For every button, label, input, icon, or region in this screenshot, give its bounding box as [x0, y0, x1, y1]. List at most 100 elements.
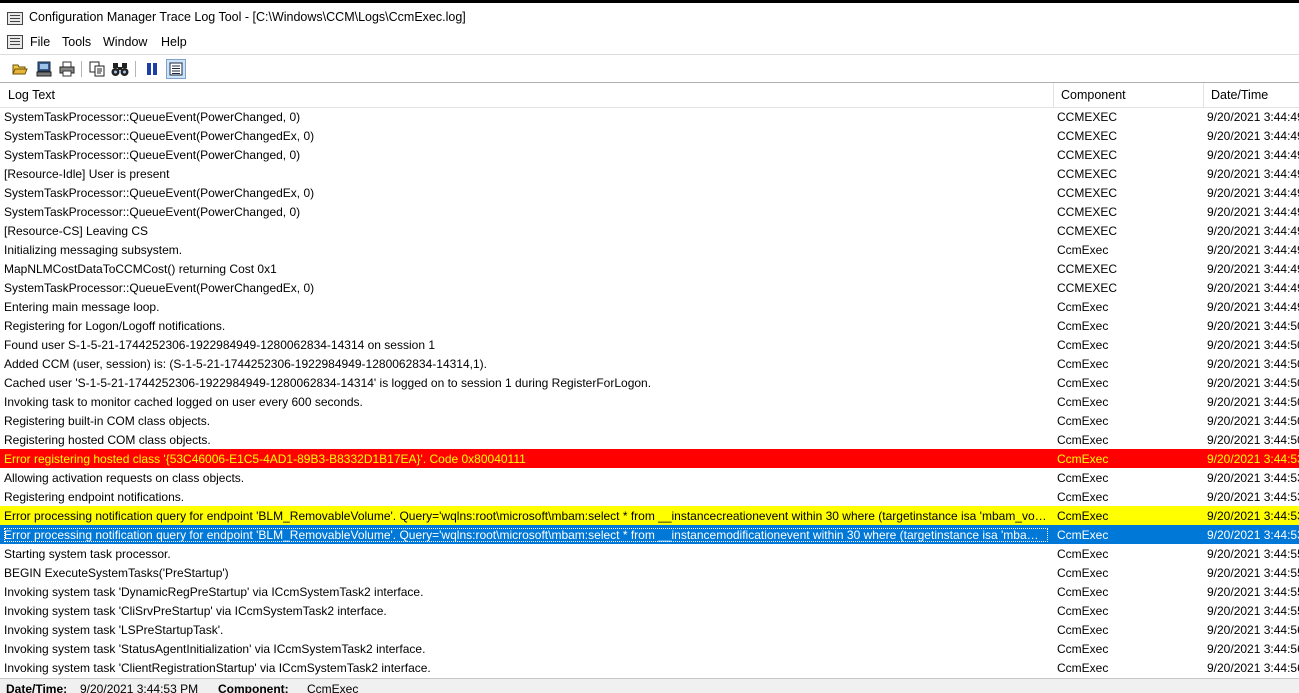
- log-text-cell: Registering for Logon/Logoff notificatio…: [4, 319, 226, 333]
- log-text-cell: Invoking system task 'ClientRegistration…: [4, 661, 431, 675]
- details-pane: Date/Time: 9/20/2021 3:44:53 PM Componen…: [0, 678, 1299, 693]
- log-text-cell: Invoking system task 'DynamicRegPreStart…: [4, 585, 424, 599]
- log-row[interactable]: Invoking system task 'CliSrvPreStartup' …: [0, 601, 1299, 620]
- log-row[interactable]: Error registering hosted class '{53C4600…: [0, 449, 1299, 468]
- toolbar: [0, 54, 1299, 83]
- list-header: Log Text Component Date/Time: [0, 83, 1299, 108]
- datetime-cell: 9/20/2021 3:44:49: [1207, 281, 1299, 295]
- log-row[interactable]: Starting system task processor. CcmExec 9/…: [0, 544, 1299, 563]
- log-row[interactable]: SystemTaskProcessor::QueueEvent(PowerCha…: [0, 183, 1299, 202]
- component-cell: CCMEXEC: [1057, 205, 1118, 219]
- component-cell: CcmExec: [1057, 319, 1109, 333]
- log-row[interactable]: Registering for Logon/Logoff notificatio…: [0, 316, 1299, 335]
- log-row[interactable]: SystemTaskProcessor::QueueEvent(PowerCha…: [0, 145, 1299, 164]
- datetime-cell: 9/20/2021 3:44:56: [1207, 661, 1299, 675]
- copy-icon[interactable]: [87, 59, 107, 79]
- component-cell: CcmExec: [1057, 338, 1109, 352]
- print-icon[interactable]: [57, 59, 77, 79]
- component-cell: CcmExec: [1057, 433, 1109, 447]
- log-row[interactable]: Entering main message loop. CcmExec 9/20/2…: [0, 297, 1299, 316]
- log-row[interactable]: SystemTaskProcessor::QueueEvent(PowerCha…: [0, 202, 1299, 221]
- log-text-cell: Invoking system task 'StatusAgentInitial…: [4, 642, 426, 656]
- column-divider[interactable]: [1053, 83, 1054, 107]
- details-datetime-label: Date/Time:: [6, 682, 68, 693]
- menu-window[interactable]: Window: [103, 35, 147, 49]
- log-text-cell: Error registering hosted class '{53C4600…: [4, 452, 526, 466]
- component-cell: CcmExec: [1057, 661, 1109, 675]
- datetime-cell: 9/20/2021 3:44:56: [1207, 642, 1299, 656]
- log-text-cell: Error processing notification query for …: [4, 528, 1048, 542]
- open-remote-icon[interactable]: [34, 59, 54, 79]
- log-text-cell: Added CCM (user, session) is: (S-1-5-21-…: [4, 357, 487, 371]
- log-text-cell: [Resource-Idle] User is present: [4, 167, 170, 181]
- log-row[interactable]: Registering built-in COM class objects. C…: [0, 411, 1299, 430]
- title-bar: Configuration Manager Trace Log Tool - […: [0, 3, 1299, 31]
- datetime-cell: 9/20/2021 3:44:49: [1207, 148, 1299, 162]
- log-row[interactable]: SystemTaskProcessor::QueueEvent(PowerCha…: [0, 126, 1299, 145]
- log-row[interactable]: Registering endpoint notifications. CcmEx…: [0, 487, 1299, 506]
- column-header-datetime[interactable]: Date/Time: [1211, 88, 1268, 102]
- datetime-cell: 9/20/2021 3:44:55: [1207, 566, 1299, 580]
- open-folder-icon[interactable]: [10, 59, 30, 79]
- component-cell: CcmExec: [1057, 623, 1109, 637]
- component-cell: CcmExec: [1057, 243, 1109, 257]
- datetime-cell: 9/20/2021 3:44:53: [1207, 490, 1299, 504]
- log-list[interactable]: Log Text Component Date/Time SystemTaskP…: [0, 82, 1299, 679]
- log-row[interactable]: Invoking system task 'LSPreStartupTask'.…: [0, 620, 1299, 639]
- log-row[interactable]: Added CCM (user, session) is: (S-1-5-21-…: [0, 354, 1299, 373]
- menu-tools[interactable]: Tools: [62, 35, 91, 49]
- column-divider[interactable]: [1203, 83, 1204, 107]
- log-row[interactable]: MapNLMCostDataToCCMCost() returning Cost…: [0, 259, 1299, 278]
- log-row[interactable]: [Resource-CS] Leaving CS CCMEXEC 9/20/2021…: [0, 221, 1299, 240]
- datetime-cell: 9/20/2021 3:44:49: [1207, 205, 1299, 219]
- log-row[interactable]: Initializing messaging subsystem. CcmExec…: [0, 240, 1299, 259]
- log-row[interactable]: Invoking system task 'DynamicRegPreStart…: [0, 582, 1299, 601]
- component-cell: CcmExec: [1057, 490, 1109, 504]
- component-cell: CCMEXEC: [1057, 110, 1118, 124]
- log-row[interactable]: Invoking system task 'StatusAgentInitial…: [0, 639, 1299, 658]
- datetime-cell: 9/20/2021 3:44:55: [1207, 585, 1299, 599]
- component-cell: CcmExec: [1057, 414, 1109, 428]
- log-text-cell: Found user S-1-5-21-1744252306-192298494…: [4, 338, 436, 352]
- log-row[interactable]: Found user S-1-5-21-1744252306-192298494…: [0, 335, 1299, 354]
- log-text-cell: Cached user 'S-1-5-21-1744252306-1922984…: [4, 376, 652, 390]
- log-text-cell: Allowing activation requests on class ob…: [4, 471, 245, 485]
- column-header-log-text[interactable]: Log Text: [8, 88, 55, 102]
- log-row[interactable]: Allowing activation requests on class ob…: [0, 468, 1299, 487]
- component-cell: CcmExec: [1057, 642, 1109, 656]
- datetime-cell: 9/20/2021 3:44:53: [1207, 509, 1299, 523]
- component-cell: CcmExec: [1057, 528, 1109, 542]
- log-text-cell: Initializing messaging subsystem.: [4, 243, 183, 257]
- component-cell: CcmExec: [1057, 471, 1109, 485]
- log-row[interactable]: Cached user 'S-1-5-21-1744252306-1922984…: [0, 373, 1299, 392]
- log-row[interactable]: Error processing notification query for …: [0, 525, 1299, 544]
- system-menu-icon[interactable]: [7, 35, 23, 49]
- component-cell: CcmExec: [1057, 566, 1109, 580]
- log-row[interactable]: Invoking task to monitor cached logged o…: [0, 392, 1299, 411]
- menu-file[interactable]: File: [30, 35, 50, 49]
- log-row[interactable]: Registering hosted COM class objects. Ccm…: [0, 430, 1299, 449]
- component-cell: CCMEXEC: [1057, 224, 1118, 238]
- log-text-cell: SystemTaskProcessor::QueueEvent(PowerCha…: [4, 148, 301, 162]
- toolbar-separator: [81, 61, 82, 77]
- menu-help[interactable]: Help: [161, 35, 187, 49]
- log-row[interactable]: Error processing notification query for …: [0, 506, 1299, 525]
- column-header-component[interactable]: Component: [1061, 88, 1126, 102]
- component-cell: CcmExec: [1057, 300, 1109, 314]
- log-row[interactable]: [Resource-Idle] User is present CCMEXEC 9/…: [0, 164, 1299, 183]
- component-cell: CCMEXEC: [1057, 148, 1118, 162]
- pause-icon[interactable]: [142, 59, 162, 79]
- datetime-cell: 9/20/2021 3:44:50: [1207, 376, 1299, 390]
- highlight-list-icon[interactable]: [166, 59, 186, 79]
- log-row[interactable]: Invoking system task 'ClientRegistration…: [0, 658, 1299, 677]
- component-cell: CCMEXEC: [1057, 129, 1118, 143]
- component-cell: CcmExec: [1057, 585, 1109, 599]
- log-row[interactable]: SystemTaskProcessor::QueueEvent(PowerCha…: [0, 278, 1299, 297]
- datetime-cell: 9/20/2021 3:44:49: [1207, 110, 1299, 124]
- component-cell: CcmExec: [1057, 547, 1109, 561]
- find-binoculars-icon[interactable]: [110, 59, 130, 79]
- log-row[interactable]: BEGIN ExecuteSystemTasks('PreStartup') Cc…: [0, 563, 1299, 582]
- datetime-cell: 9/20/2021 3:44:56: [1207, 623, 1299, 637]
- log-text-cell: Error processing notification query for …: [4, 509, 1048, 523]
- log-row[interactable]: SystemTaskProcessor::QueueEvent(PowerCha…: [0, 107, 1299, 126]
